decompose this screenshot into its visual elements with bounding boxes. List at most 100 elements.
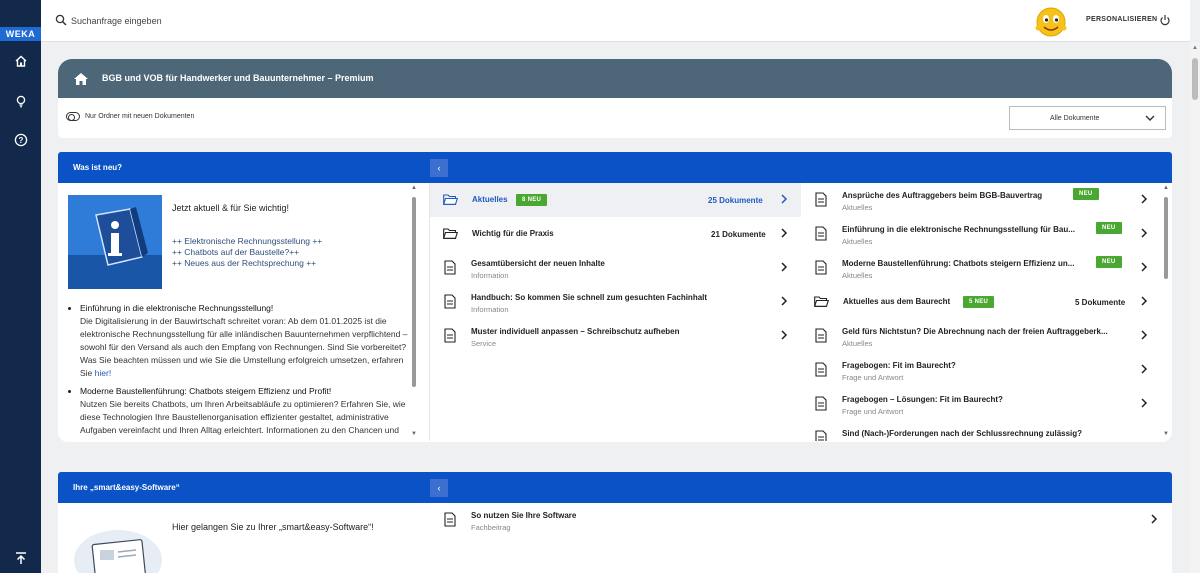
document-row[interactable]: Ansprüche des Auftraggebers beim BGB-Bau… <box>801 183 1153 217</box>
product-header: BGB und VOB für Handwerker und Bauuntern… <box>58 59 1172 138</box>
document-title: Geld fürs Nichtstun? Die Abrechnung nach… <box>842 327 1108 336</box>
document-category: Aktuelles <box>842 203 873 212</box>
document-category: Information <box>471 305 509 314</box>
new-docs-toggle[interactable] <box>66 112 80 121</box>
document-row[interactable]: So nutzen Sie Ihre Software Fachbeitrag <box>430 503 1160 537</box>
product-title: BGB und VOB für Handwerker und Bauuntern… <box>102 73 374 83</box>
folder-icon <box>814 296 829 307</box>
new-badge: NEU <box>1096 222 1122 234</box>
home-icon[interactable] <box>12 52 29 69</box>
news-back-button[interactable]: ‹ <box>430 159 448 177</box>
ticker-line: ++ Chatbots auf der Baustelle?++ <box>172 247 300 257</box>
document-title: Ansprüche des Auftraggebers beim BGB-Bau… <box>842 191 1043 200</box>
scroll-down-icon[interactable]: ▼ <box>411 431 417 437</box>
scroll-to-top-icon[interactable] <box>12 549 29 566</box>
news-bullet-text: Nutzen Sie bereits Chatbots, um Ihren Ar… <box>80 399 406 440</box>
chevron-right-icon <box>781 296 788 306</box>
document-row[interactable]: Einführung in die elektronische Rechnung… <box>801 217 1153 251</box>
document-category: Aktuelles <box>842 237 873 246</box>
document-icon <box>815 226 827 241</box>
lightbulb-icon[interactable] <box>12 92 29 109</box>
folder-icon <box>443 228 458 239</box>
software-card-header: Ihre „smart&easy-Software“ ‹ <box>58 472 1172 503</box>
folder-icon <box>443 194 458 205</box>
personalize-button[interactable]: PERSONALISIEREN <box>1086 16 1157 23</box>
document-row[interactable]: Gesamtübersicht der neuen Inhalte Inform… <box>430 251 801 285</box>
news-bullet-link[interactable]: hier! <box>95 368 112 378</box>
document-row[interactable]: Fragebogen – Lösungen: Fit im Baurecht? … <box>801 387 1153 421</box>
folder-title: Aktuelles <box>472 195 508 204</box>
scroll-up-icon[interactable]: ▲ <box>1163 185 1169 191</box>
search-input[interactable] <box>71 12 371 30</box>
scroll-up-icon[interactable]: ▲ <box>411 185 417 191</box>
chevron-right-icon <box>1141 194 1148 204</box>
news-text-scrollbar[interactable]: ▲ ▼ <box>411 185 417 440</box>
folder-title: Aktuelles aus dem Baurecht <box>843 297 951 306</box>
news-intro: Jetzt aktuell & für Sie wichtig! <box>172 203 290 213</box>
document-row[interactable]: Fragebogen: Fit im Baurecht? Frage und A… <box>801 353 1153 387</box>
software-card-title: Ihre „smart&easy-Software“ <box>73 483 180 492</box>
document-row[interactable]: Geld fürs Nichtstun? Die Abrechnung nach… <box>801 319 1153 353</box>
svg-text:?: ? <box>18 136 23 145</box>
document-count: 21 Dokumente <box>711 230 766 239</box>
news-card: Was ist neu? ‹ Jetzt aktuell & für Sie w… <box>58 152 1172 442</box>
news-list-scroll-thumb[interactable] <box>1164 197 1168 279</box>
chevron-right-icon <box>781 330 788 340</box>
document-row[interactable]: Handbuch: So kommen Sie schnell zum gesu… <box>430 285 801 319</box>
document-filter-select[interactable]: Alle Dokumente <box>1009 106 1166 130</box>
document-title: Fragebogen: Fit im Baurecht? <box>842 361 956 370</box>
news-bullet-heading: Moderne Baustellenführung: Chatbots stei… <box>80 386 332 396</box>
scroll-down-icon[interactable]: ▼ <box>1163 431 1169 437</box>
info-image <box>68 195 162 289</box>
document-icon <box>444 512 456 527</box>
new-docs-toggle-label: Nur Ordner mit neuen Dokumenten <box>85 113 195 120</box>
power-icon[interactable] <box>1159 14 1171 26</box>
document-title: Sind (Nach-)Forderungen nach der Schluss… <box>842 429 1083 438</box>
chevron-right-icon <box>1141 228 1148 238</box>
document-icon <box>815 260 827 275</box>
document-title: Handbuch: So kommen Sie schnell zum gesu… <box>471 293 708 302</box>
avatar[interactable] <box>1034 4 1068 38</box>
scroll-up-icon[interactable]: ▲ <box>1192 45 1198 51</box>
news-bullet-text: Die Digitalisierung in der Bauwirtschaft… <box>80 316 408 378</box>
new-badge: 8 NEU <box>516 194 548 206</box>
ticker-line: ++ Elektronische Rechnungsstellung ++ <box>172 236 323 246</box>
page-scroll-thumb[interactable] <box>1192 58 1198 100</box>
ticker-line: ++ Neues aus der Rechtsprechung ++ <box>172 258 317 268</box>
document-row[interactable]: Sind (Nach-)Forderungen nach der Schluss… <box>801 421 1153 441</box>
document-count: 5 Dokumente <box>1075 298 1126 307</box>
software-intro: Hier gelangen Sie zu Ihrer „smart&easy-S… <box>172 522 374 532</box>
folder-row-aktuelles[interactable]: Aktuelles 8 NEU 25 Dokumente <box>430 183 801 217</box>
folder-row-baurecht[interactable]: Aktuelles aus dem Baurecht 5 NEU 5 Dokum… <box>801 285 1153 319</box>
document-row[interactable]: Muster individuell anpassen – Schreibsch… <box>430 319 801 353</box>
news-list-scrollbar[interactable]: ▲ ▼ <box>1163 185 1169 440</box>
chevron-right-icon <box>1151 514 1158 524</box>
chevron-right-icon <box>1141 330 1148 340</box>
document-icon <box>815 396 827 411</box>
top-bar: PERSONALISIEREN <box>41 0 1190 42</box>
help-icon[interactable]: ? <box>12 131 29 148</box>
software-image <box>74 530 162 573</box>
document-icon <box>815 192 827 207</box>
chevron-down-icon <box>1145 115 1155 121</box>
software-card: Ihre „smart&easy-Software“ ‹ Hier gelang… <box>58 472 1172 573</box>
sidebar: WEKA ? <box>0 0 41 573</box>
document-title: Muster individuell anpassen – Schreibsch… <box>471 327 680 336</box>
document-row[interactable]: Moderne Baustellenführung: Chatbots stei… <box>801 251 1153 285</box>
document-filter-value: Alle Dokumente <box>1050 115 1100 122</box>
software-back-button[interactable]: ‹ <box>430 479 448 497</box>
document-title: Fragebogen – Lösungen: Fit im Baurecht? <box>842 395 1003 404</box>
document-count: 25 Dokumente <box>708 196 763 205</box>
document-title: Einführung in die elektronische Rechnung… <box>842 225 1075 234</box>
document-icon <box>444 328 456 343</box>
document-category: Information <box>471 271 509 280</box>
home-icon[interactable] <box>73 72 89 86</box>
document-title: So nutzen Sie Ihre Software <box>471 511 577 520</box>
folder-row-praxis[interactable]: Wichtig für die Praxis 21 Dokumente <box>430 217 801 251</box>
page-scrollbar[interactable]: ▲ <box>1190 42 1200 573</box>
weka-logo[interactable]: WEKA <box>0 27 41 41</box>
document-category: Frage und Antwort <box>842 407 904 416</box>
news-text-scroll-thumb[interactable] <box>412 197 416 387</box>
chevron-right-icon <box>781 194 788 204</box>
document-category: Service <box>471 339 497 348</box>
